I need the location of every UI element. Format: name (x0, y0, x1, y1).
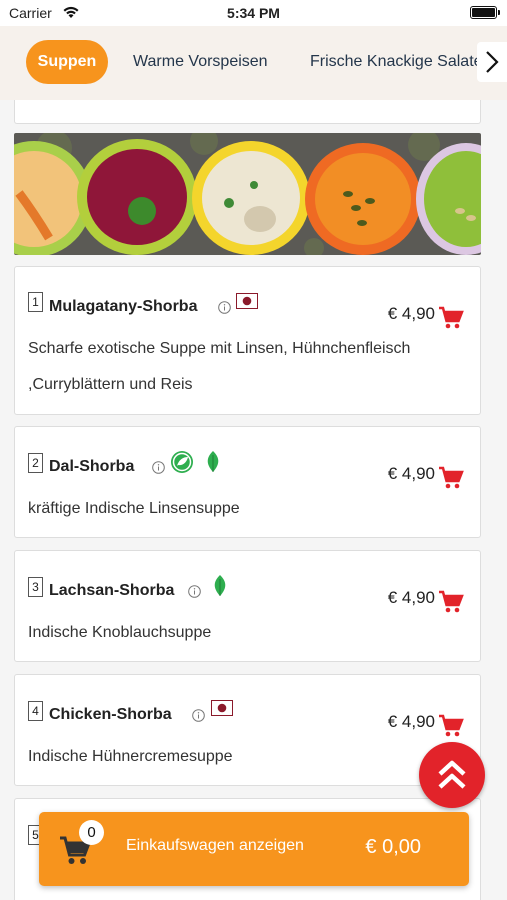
vegan-icon (171, 451, 193, 473)
item-name: Chicken-Shorba (49, 706, 172, 723)
item-name: Mulagatany-Shorba (49, 298, 198, 315)
menu-item-2[interactable]: 2 Dal-Shorba € 4,90 kräftige Indische Li… (14, 426, 481, 538)
status-bar: Carrier 5:34 PM (0, 0, 507, 26)
category-tabs: Suppen Warme Vorspeisen Frische Knackige… (0, 26, 507, 100)
info-icon[interactable] (192, 709, 205, 722)
item-number: 2 (28, 453, 43, 473)
view-cart-button[interactable]: 0 Einkaufswagen anzeigen € 0,00 (39, 812, 469, 886)
item-name: Dal-Shorba (49, 458, 135, 475)
add-to-cart-icon[interactable] (438, 590, 464, 614)
non-veg-icon (211, 700, 233, 716)
info-icon[interactable] (152, 461, 165, 474)
status-time: 5:34 PM (227, 5, 280, 21)
soup-banner-image (14, 133, 481, 255)
leaf-icon (207, 451, 219, 472)
previous-card (14, 100, 481, 124)
battery-icon (470, 6, 500, 19)
scroll-to-top-button[interactable] (419, 742, 485, 808)
cart-count-badge: 0 (79, 820, 104, 845)
add-to-cart-icon[interactable] (438, 714, 464, 738)
item-number: 3 (28, 577, 43, 597)
cart-total: € 0,00 (365, 836, 421, 858)
chevron-right-icon[interactable] (477, 42, 507, 82)
info-icon[interactable] (188, 585, 201, 598)
tab-suppen[interactable]: Suppen (26, 40, 108, 84)
item-number: 4 (28, 701, 43, 721)
menu-item-4[interactable]: 4 Chicken-Shorba € 4,90 Indische Hühnerc… (14, 674, 481, 786)
item-description: kräftige Indische Linsensuppe (28, 500, 240, 517)
tab-warme-vorspeisen[interactable]: Warme Vorspeisen (133, 40, 268, 84)
item-price: € 4,90 (387, 464, 435, 483)
item-description: Scharfe exotische Suppe mit Linsen, Hühn… (28, 340, 411, 393)
add-to-cart-icon[interactable] (438, 466, 464, 490)
item-name: Lachsan-Shorba (49, 582, 175, 599)
leaf-icon (214, 575, 226, 596)
item-description: Indische Knoblauchsuppe (28, 624, 212, 641)
double-chevron-up-icon (438, 760, 466, 789)
menu-item-3[interactable]: 3 Lachsan-Shorba € 4,90 Indische Knoblau… (14, 550, 481, 662)
item-description: Indische Hühnercremesuppe (28, 748, 233, 765)
info-icon[interactable] (218, 301, 231, 314)
item-price: € 4,90 (387, 588, 435, 607)
item-price: € 4,90 (387, 304, 435, 323)
item-price: € 4,90 (387, 712, 435, 731)
cart-label: Einkaufswagen anzeigen (126, 837, 304, 854)
tab-frische-knackige-salate[interactable]: Frische Knackige Salate (310, 40, 483, 84)
item-number: 1 (28, 292, 43, 312)
menu-item-1[interactable]: 1 Mulagatany-Shorba € 4,90 Scharfe exoti… (14, 266, 481, 415)
non-veg-icon (236, 293, 258, 309)
add-to-cart-icon[interactable] (438, 306, 464, 330)
